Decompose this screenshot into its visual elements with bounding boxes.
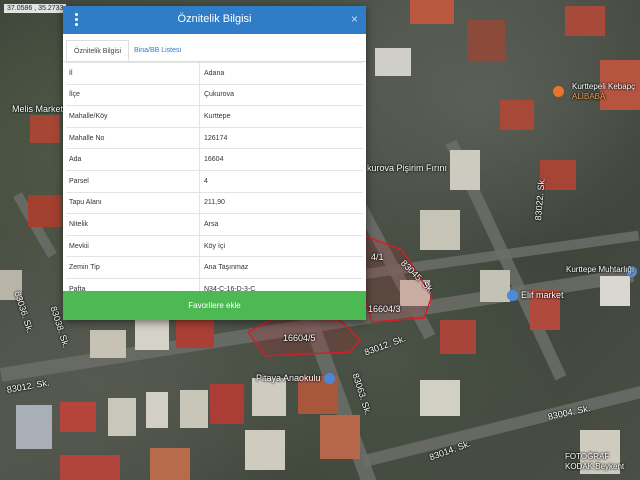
attribute-table: İl Adana İlçe Çukurova Mahalle/Köy Kurttepe Ma… — [66, 62, 363, 300]
attribute-value: Ana Taşınmaz — [199, 256, 363, 279]
poi-label: ALİBABA — [572, 92, 606, 101]
parcel-label: 16604/5 — [283, 333, 316, 343]
poi-label: Kurttepeli Kebapç — [572, 82, 636, 91]
shopping-icon[interactable] — [507, 290, 518, 301]
table-row: İl Adana — [66, 62, 363, 85]
table-row: Tapu Alanı 211,90 — [66, 191, 363, 214]
poi-label: Melis Market — [12, 104, 64, 114]
dialog-title: Öznitelik Bilgisi — [177, 13, 252, 25]
close-icon[interactable]: × — [351, 12, 358, 26]
dialog-header: Öznitelik Bilgisi × — [63, 6, 366, 34]
poi-label: KODAK Beykent — [565, 462, 625, 471]
attribute-value: Adana — [199, 62, 363, 85]
poi-label: FOTOĞRAF — [565, 452, 610, 461]
attribute-key: Zemin Tip — [66, 256, 200, 279]
table-row: Mahalle/Köy Kurttepe — [66, 105, 363, 128]
poi-label: Elif market — [521, 290, 564, 300]
attribute-key: Mevkii — [66, 234, 200, 257]
attribute-value: Köy İçi — [199, 234, 363, 257]
attribute-key: Ada — [66, 148, 200, 171]
parcel-label: 16604/3 — [368, 304, 401, 314]
add-to-favorites-button[interactable]: Favorilere ekle — [63, 291, 366, 320]
attribute-value: Çukurova — [199, 83, 363, 106]
attribute-key: Parsel — [66, 169, 200, 193]
parcel-label: 4/1 — [371, 252, 384, 262]
attribute-key: İl — [66, 62, 200, 85]
table-row: Mahalle No 126174 — [66, 126, 363, 149]
attribute-key: Mahalle/Köy — [66, 105, 200, 128]
table-row: Mevkii Köy İçi — [66, 234, 363, 257]
attribute-key: Nitelik — [66, 213, 200, 236]
coordinate-readout: 37.0586 , 35.2733 — [4, 4, 67, 13]
table-row: Nitelik Arsa — [66, 213, 363, 236]
attribute-value: Arsa — [199, 213, 363, 236]
attribute-key: İlçe — [66, 83, 200, 106]
poi-label: kurova Pişirim Fırını — [367, 163, 448, 173]
attribute-value: 126174 — [199, 126, 363, 149]
poi-label: Kurttepe Muhtarlığı — [566, 265, 635, 274]
table-row: Ada 16604 — [66, 148, 363, 171]
school-icon[interactable] — [324, 373, 335, 384]
table-row: İlçe Çukurova — [66, 83, 363, 106]
attribute-value: Kurttepe — [199, 105, 363, 128]
restaurant-icon[interactable] — [553, 86, 564, 97]
attribute-value: 4 — [199, 169, 363, 193]
tab-building-list[interactable]: Bina/BB Listesi — [127, 40, 188, 61]
poi-label: Pitaya Anaokulu — [256, 373, 321, 383]
table-row: Zemin Tip Ana Taşınmaz — [66, 256, 363, 279]
attribute-value: 16604 — [199, 148, 363, 171]
attribute-value: 211,90 — [199, 191, 363, 214]
attribute-info-dialog: Öznitelik Bilgisi × Öznitelik Bilgisi Bi… — [63, 6, 366, 320]
attribute-key: Mahalle No — [66, 126, 200, 149]
table-row: Parsel 4 — [66, 169, 363, 193]
attribute-key: Tapu Alanı — [66, 191, 200, 214]
tab-attribute-info[interactable]: Öznitelik Bilgisi — [66, 40, 130, 61]
dialog-tabs: Öznitelik Bilgisi Bina/BB Listesi — [63, 34, 366, 62]
